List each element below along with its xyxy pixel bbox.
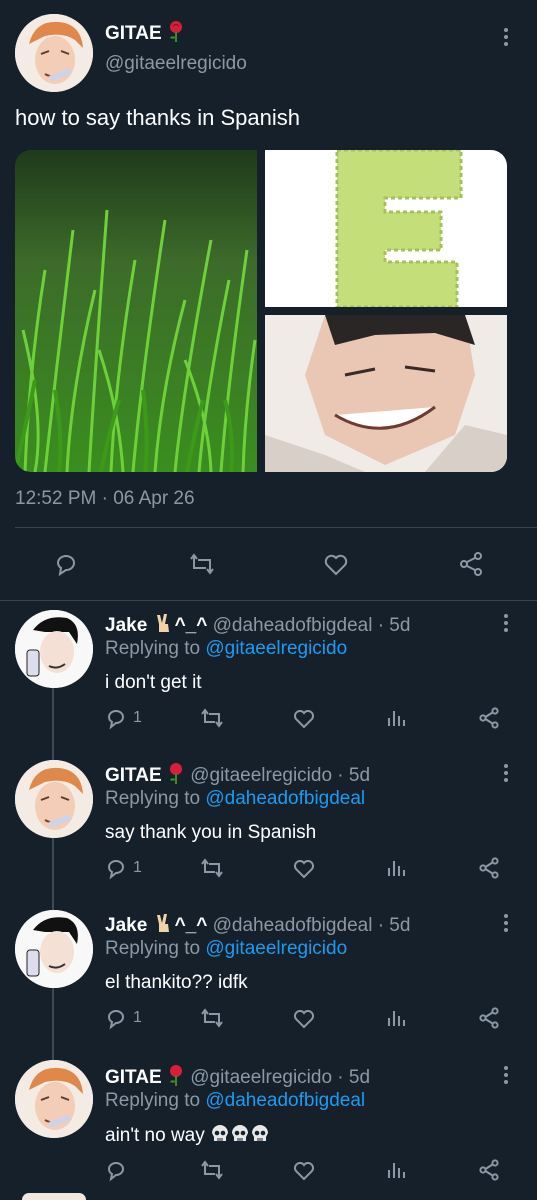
reply-text: ain't no way — [105, 1125, 205, 1146]
more-options-icon[interactable] — [503, 764, 509, 785]
retweet-icon[interactable] — [200, 1158, 224, 1182]
reply-author-name-suffix: ^_^ — [174, 615, 208, 636]
reply-count: 1 — [133, 859, 142, 876]
reply-author-name[interactable]: GITAE — [105, 765, 162, 786]
replying-to-label: Replying to — [105, 788, 201, 809]
jake-avatar[interactable] — [15, 910, 93, 988]
media-smirking-man-image[interactable] — [265, 315, 507, 472]
analytics-icon[interactable] — [384, 856, 408, 880]
reply-author-name[interactable]: GITAE — [105, 1067, 162, 1088]
retweet-icon[interactable] — [200, 1006, 224, 1030]
reply-author-handle[interactable]: @gitaeelregicido · 5d — [190, 1067, 370, 1088]
skull-emoji-icon — [250, 1124, 270, 1144]
thread-connector — [52, 688, 54, 760]
main-tweet-author-handle[interactable]: @gitaeelregicido — [105, 53, 247, 75]
reply-count: 1 — [133, 1009, 142, 1026]
more-options-icon[interactable] — [503, 614, 509, 635]
share-icon[interactable] — [477, 856, 501, 880]
media-letter-e-image[interactable] — [265, 150, 507, 307]
thread-connector — [52, 838, 54, 910]
analytics-icon[interactable] — [384, 1006, 408, 1030]
reply-author-handle[interactable]: @daheadofbigdeal · 5d — [213, 915, 411, 936]
replying-to-handle-link[interactable]: @gitaeelregicido — [205, 938, 347, 959]
reply-text: i don't get it — [105, 672, 202, 693]
next-reply-avatar-partial[interactable] — [22, 1193, 86, 1200]
reply-author-handle[interactable]: @daheadofbigdeal · 5d — [213, 615, 411, 636]
reply-icon[interactable] — [105, 856, 129, 880]
more-options-icon[interactable] — [503, 914, 509, 935]
retweet-icon[interactable] — [188, 550, 216, 578]
more-options-icon[interactable] — [503, 28, 509, 49]
replying-to-handle-link[interactable]: @daheadofbigdeal — [205, 788, 365, 809]
replying-to-handle-link[interactable]: @gitaeelregicido — [205, 638, 347, 659]
like-heart-icon[interactable] — [322, 550, 350, 578]
skull-emoji-icon — [210, 1124, 230, 1144]
replying-to-label: Replying to — [105, 938, 201, 959]
reply-icon[interactable] — [105, 706, 129, 730]
rose-emoji-icon — [167, 762, 185, 784]
gitae-avatar[interactable] — [15, 760, 93, 838]
more-options-icon[interactable] — [503, 1066, 509, 1087]
reply-text: say thank you in Spanish — [105, 822, 317, 843]
reply-text: el thankito?? idfk — [105, 972, 248, 993]
reply-icon[interactable] — [52, 550, 80, 578]
share-icon[interactable] — [477, 1158, 501, 1182]
analytics-icon[interactable] — [384, 1158, 408, 1182]
reply-author-name[interactable]: Jake — [105, 915, 147, 936]
replying-to-label: Replying to — [105, 638, 201, 659]
rose-emoji-icon — [167, 1064, 185, 1086]
share-icon[interactable] — [477, 1006, 501, 1030]
like-heart-icon[interactable] — [292, 1158, 316, 1182]
reply-count: 1 — [133, 709, 142, 726]
main-tweet-author-name[interactable]: GITAE — [105, 23, 162, 44]
replying-to-handle-link[interactable]: @daheadofbigdeal — [205, 1090, 365, 1111]
reply-icon[interactable] — [105, 1006, 129, 1030]
like-heart-icon[interactable] — [292, 706, 316, 730]
rose-emoji-icon — [167, 20, 185, 42]
share-icon[interactable] — [457, 550, 485, 578]
retweet-icon[interactable] — [200, 856, 224, 880]
like-heart-icon[interactable] — [292, 856, 316, 880]
media-grass-image[interactable] — [15, 150, 257, 472]
peace-hand-emoji-icon — [153, 912, 175, 934]
skull-emoji-icon — [230, 1124, 250, 1144]
reply-author-name[interactable]: Jake — [105, 615, 147, 636]
jake-avatar[interactable] — [15, 610, 93, 688]
reply-author-name-suffix: ^_^ — [174, 915, 208, 936]
replying-to-label: Replying to — [105, 1090, 201, 1111]
reply-author-handle[interactable]: @gitaeelregicido · 5d — [190, 765, 370, 786]
analytics-icon[interactable] — [384, 706, 408, 730]
reply-icon[interactable] — [105, 1158, 129, 1182]
main-tweet-text: how to say thanks in Spanish — [15, 105, 300, 130]
gitae-avatar[interactable] — [15, 1060, 93, 1138]
retweet-icon[interactable] — [200, 706, 224, 730]
share-icon[interactable] — [477, 706, 501, 730]
like-heart-icon[interactable] — [292, 1006, 316, 1030]
peace-hand-emoji-icon — [153, 612, 175, 634]
thread-connector — [52, 988, 54, 1060]
main-tweet-timestamp: 12:52 PM · 06 Apr 26 — [15, 488, 195, 509]
gitae-avatar[interactable] — [15, 14, 93, 92]
